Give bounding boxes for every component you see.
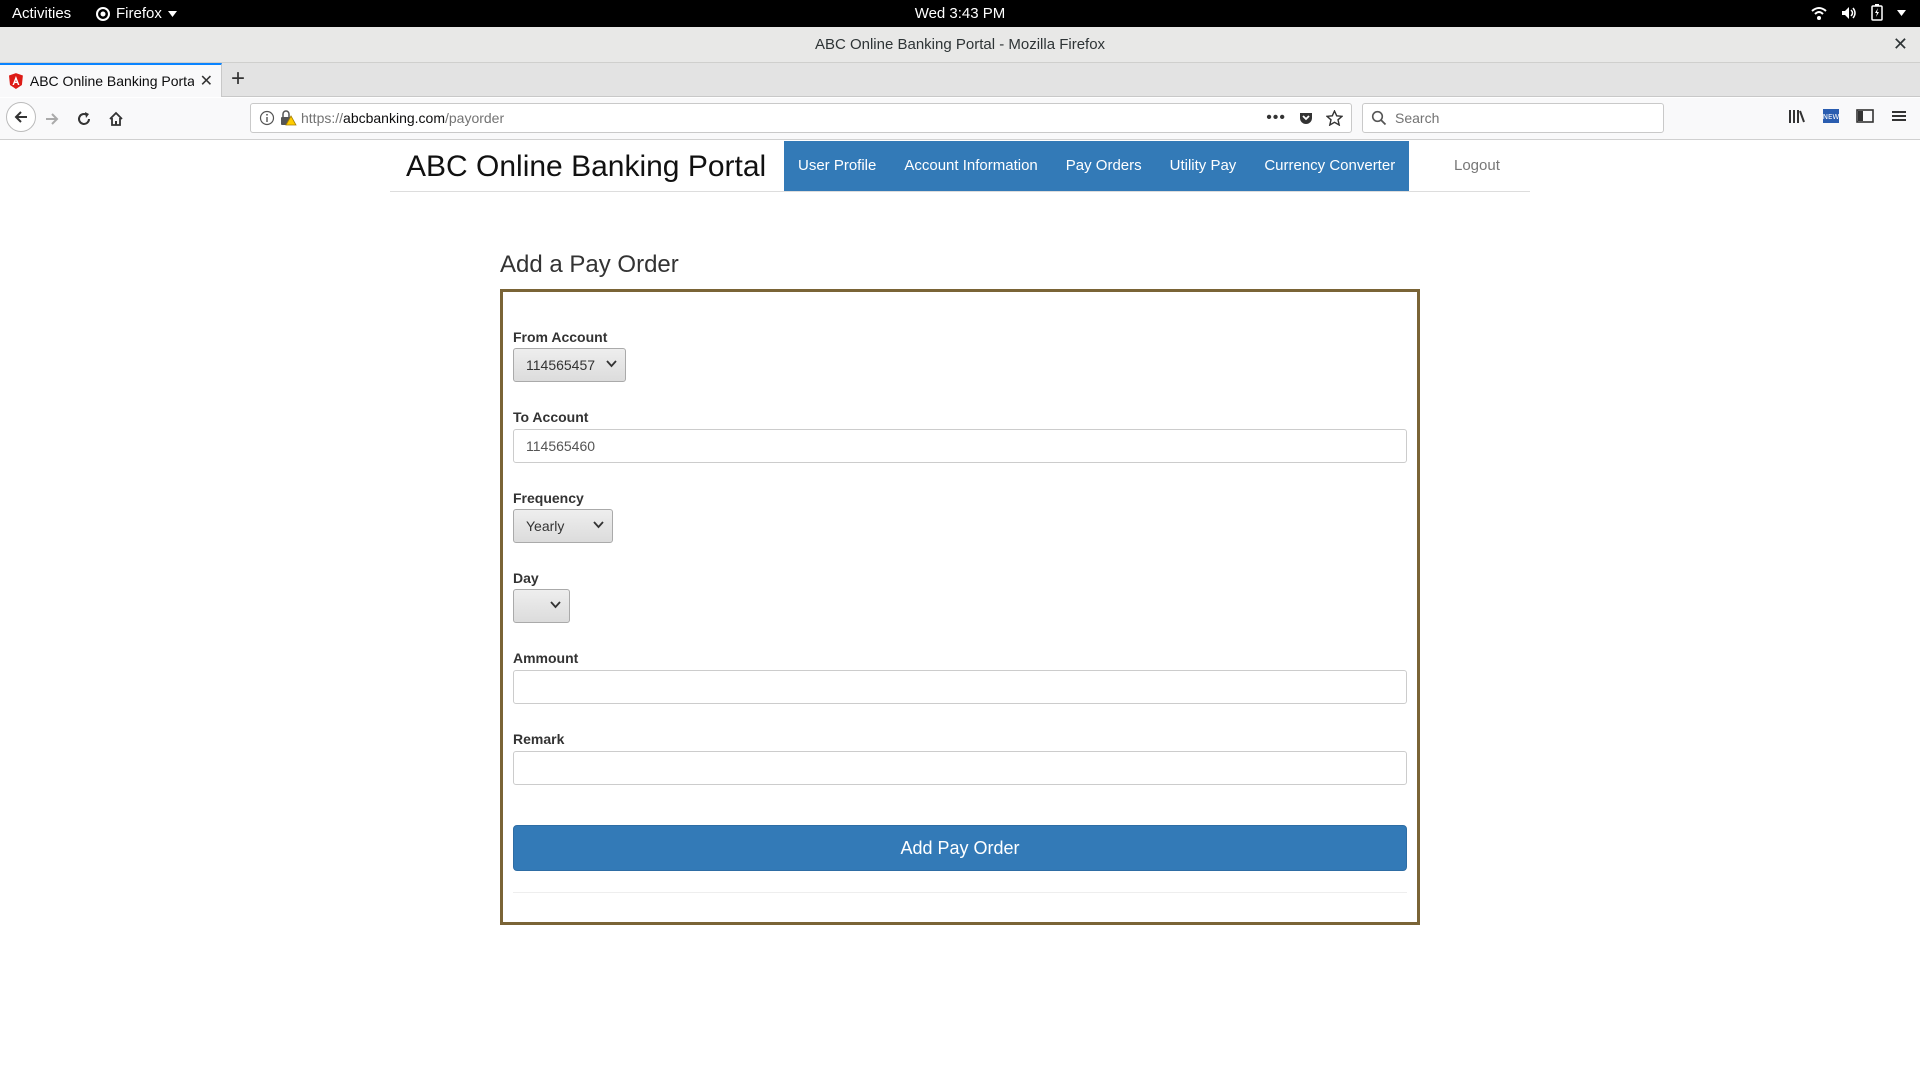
search-icon bbox=[1371, 110, 1387, 126]
remark-input[interactable] bbox=[513, 751, 1407, 785]
from-account-label: From Account bbox=[513, 329, 608, 345]
add-pay-order-button[interactable]: Add Pay Order bbox=[513, 825, 1407, 871]
to-account-input[interactable]: 114565460 bbox=[513, 429, 1407, 463]
system-tray[interactable] bbox=[1811, 4, 1906, 21]
sidebar-icon[interactable] bbox=[1856, 108, 1874, 124]
bookmark-star-icon[interactable] bbox=[1326, 110, 1343, 126]
back-arrow-icon bbox=[14, 111, 27, 123]
page-title: Add a Pay Order bbox=[500, 251, 679, 278]
frequency-label: Frequency bbox=[513, 490, 584, 506]
form-divider bbox=[513, 892, 1407, 893]
search-placeholder: Search bbox=[1395, 110, 1440, 126]
browser-tab[interactable]: ABC Online Banking Portal ✕ bbox=[0, 63, 222, 97]
tab-strip: ABC Online Banking Portal ✕ + bbox=[0, 63, 1920, 97]
from-account-value: 114565457 bbox=[526, 357, 596, 373]
info-icon bbox=[259, 110, 275, 126]
new-tab-button[interactable]: + bbox=[231, 67, 245, 91]
caret-down-icon bbox=[1897, 9, 1906, 16]
to-account-value: 114565460 bbox=[526, 438, 596, 454]
navigation-toolbar: https://abcbanking.com/payorder ••• Sear… bbox=[0, 98, 1920, 140]
volume-icon bbox=[1842, 6, 1856, 19]
page-content: ABC Online Banking Portal User Profile A… bbox=[0, 141, 1920, 1080]
day-label: Day bbox=[513, 570, 539, 586]
day-select[interactable] bbox=[513, 589, 570, 623]
battery-icon bbox=[1871, 4, 1883, 21]
system-top-bar: Activities Firefox Wed 3:43 PM bbox=[0, 0, 1920, 27]
amount-input[interactable] bbox=[513, 670, 1407, 704]
main-nav: User Profile Account Information Pay Ord… bbox=[784, 141, 1410, 191]
pay-order-form: From Account 114565457 To Account 114565… bbox=[500, 289, 1420, 925]
amount-label: Ammount bbox=[513, 650, 579, 666]
pocket-icon[interactable] bbox=[1298, 110, 1314, 126]
nav-account-information[interactable]: Account Information bbox=[890, 141, 1051, 191]
forward-arrow-icon bbox=[46, 113, 59, 125]
chevron-down-icon bbox=[550, 601, 561, 609]
window-title-bar: ABC Online Banking Portal - Mozilla Fire… bbox=[0, 27, 1920, 63]
tab-close-icon[interactable]: ✕ bbox=[200, 71, 213, 91]
svg-text:NEW: NEW bbox=[1823, 113, 1840, 121]
home-icon bbox=[109, 111, 123, 126]
forward-button[interactable] bbox=[40, 107, 64, 131]
address-bar[interactable]: https://abcbanking.com/payorder ••• bbox=[250, 103, 1352, 133]
remark-label: Remark bbox=[513, 731, 565, 747]
logout-link[interactable]: Logout bbox=[1454, 157, 1500, 174]
nav-user-profile[interactable]: User Profile bbox=[784, 141, 890, 191]
chevron-down-icon bbox=[593, 521, 604, 529]
nav-currency-converter[interactable]: Currency Converter bbox=[1250, 141, 1409, 191]
page-actions-icon[interactable]: ••• bbox=[1266, 109, 1286, 127]
nav-pay-orders[interactable]: Pay Orders bbox=[1052, 141, 1156, 191]
to-account-label: To Account bbox=[513, 409, 589, 425]
window-title: ABC Online Banking Portal - Mozilla Fire… bbox=[814, 36, 1106, 53]
site-header: ABC Online Banking Portal User Profile A… bbox=[390, 141, 1530, 192]
tab-title: ABC Online Banking Portal bbox=[29, 73, 194, 89]
angular-favicon-icon bbox=[8, 73, 23, 89]
back-button[interactable] bbox=[6, 102, 36, 132]
chevron-down-icon bbox=[606, 360, 617, 368]
site-brand[interactable]: ABC Online Banking Portal bbox=[406, 150, 766, 184]
url-text: https://abcbanking.com/payorder bbox=[301, 110, 505, 126]
search-bar[interactable]: Search bbox=[1362, 103, 1664, 133]
clock[interactable]: Wed 3:43 PM bbox=[0, 5, 1920, 22]
frequency-select[interactable]: Yearly bbox=[513, 509, 613, 543]
frequency-value: Yearly bbox=[526, 518, 565, 534]
wifi-icon bbox=[1811, 6, 1827, 20]
window-close-button[interactable]: ✕ bbox=[1893, 34, 1908, 55]
lock-warning-icon bbox=[281, 110, 297, 126]
nav-utility-pay[interactable]: Utility Pay bbox=[1156, 141, 1251, 191]
reload-icon bbox=[78, 112, 90, 125]
library-icon[interactable] bbox=[1788, 108, 1806, 124]
home-button[interactable] bbox=[104, 107, 128, 131]
from-account-select[interactable]: 114565457 bbox=[513, 348, 626, 382]
news-extension-icon[interactable]: NEW bbox=[1822, 108, 1840, 124]
hamburger-menu-icon[interactable] bbox=[1890, 108, 1908, 124]
reload-button[interactable] bbox=[72, 107, 96, 131]
